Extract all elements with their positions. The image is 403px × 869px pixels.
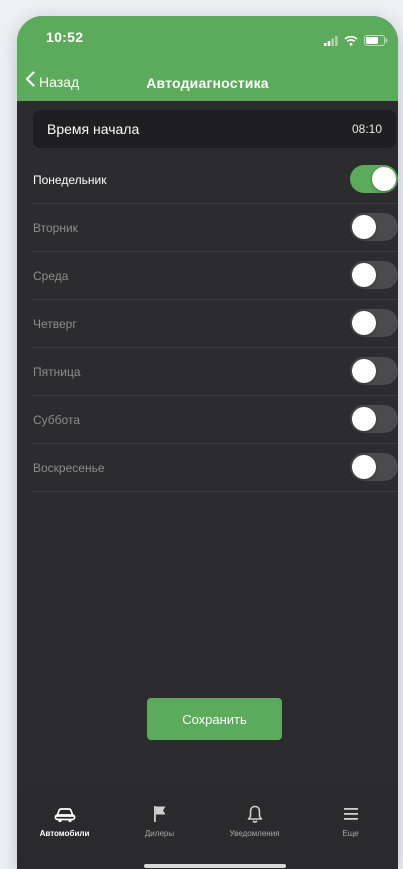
toggle-knob [372,167,396,191]
tab-cars[interactable]: Автомобили [17,804,112,838]
toggle-tuesday[interactable] [350,213,398,241]
tab-label: Еще [342,829,359,838]
day-label: Четверг [33,317,77,331]
toggle-knob [352,455,376,479]
toggle-knob [352,215,376,239]
start-time-label: Время начала [47,121,140,137]
day-label: Вторник [33,221,78,235]
toggle-knob [352,359,376,383]
toggle-knob [352,407,376,431]
toggle-knob [352,311,376,335]
tab-notifications[interactable]: Уведомления [207,804,302,838]
bell-icon [207,804,302,824]
day-list: Понедельник Вторник Среда Четверг Пятниц… [33,156,398,492]
day-label: Воскресенье [33,461,105,475]
toggle-friday[interactable] [350,357,398,385]
day-label: Пятница [33,365,81,379]
wifi-icon [344,33,358,51]
tab-label: Автомобили [39,829,90,838]
start-time-row[interactable]: Время начала 08:10 [33,110,396,148]
day-row-tuesday: Вторник [33,204,398,252]
signal-icon [324,33,338,51]
day-row-monday: Понедельник [33,156,398,204]
start-time-value[interactable]: 08:10 [352,122,382,136]
tab-more[interactable]: Еще [303,804,398,838]
phone-screen: 10:52 Назад Автодиагностика Время начала… [17,16,398,869]
day-row-wednesday: Среда [33,252,398,300]
tab-label: Дилеры [144,829,175,838]
day-label: Среда [33,269,69,283]
day-label: Понедельник [33,173,107,187]
car-icon [17,804,112,824]
day-row-thursday: Четверг [33,300,398,348]
header: 10:52 Назад Автодиагностика [17,16,398,101]
menu-icon [303,804,398,824]
tab-label: Уведомления [229,829,280,838]
status-time: 10:52 [46,29,84,45]
day-row-friday: Пятница [33,348,398,396]
flag-icon [112,804,207,824]
day-row-sunday: Воскресенье [33,444,398,492]
toggle-thursday[interactable] [350,309,398,337]
toggle-knob [352,263,376,287]
toggle-wednesday[interactable] [350,261,398,289]
nav-bar: Назад Автодиагностика [17,66,398,98]
status-bar: 10:52 [17,16,398,62]
home-indicator[interactable] [144,864,286,868]
save-button[interactable]: Сохранить [147,698,282,740]
toggle-sunday[interactable] [350,453,398,481]
day-row-saturday: Суббота [33,396,398,444]
day-label: Суббота [33,413,80,427]
status-icons [324,33,388,51]
tab-bar: Автомобили Дилеры Уведомления Еще [17,786,398,869]
toggle-saturday[interactable] [350,405,398,433]
page-title: Автодиагностика [146,75,269,91]
tab-dealers[interactable]: Дилеры [112,804,207,838]
toggle-monday[interactable] [350,165,398,193]
battery-icon [364,33,388,51]
